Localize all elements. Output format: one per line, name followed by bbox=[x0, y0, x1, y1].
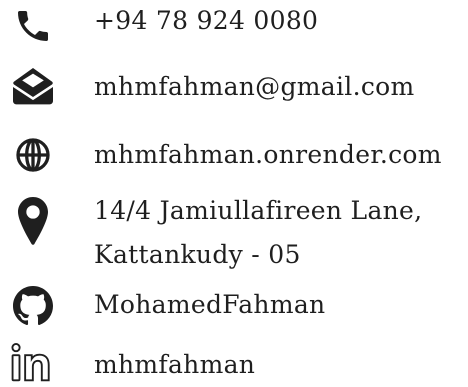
github-link[interactable]: MohamedFahman bbox=[94, 286, 325, 324]
contact-row-email: mhmfahman@gmail.com bbox=[0, 60, 468, 112]
github-icon bbox=[10, 286, 56, 326]
contact-row-linkedin: mhmfahman bbox=[0, 340, 468, 387]
phone-icon bbox=[10, 6, 56, 46]
address-line-2: Kattankudy - 05 bbox=[94, 240, 301, 269]
globe-icon bbox=[10, 136, 56, 174]
phone-number-link[interactable]: +94 78 924 0080 bbox=[94, 2, 318, 40]
map-pin-icon bbox=[10, 196, 56, 248]
contact-list: +94 78 924 0080 mhmfahman@gmail.com mhmf… bbox=[0, 0, 468, 387]
linkedin-icon bbox=[10, 342, 56, 384]
email-link[interactable]: mhmfahman@gmail.com bbox=[94, 68, 415, 106]
address-line-1: 14/4 Jamiullafireen Lane, bbox=[94, 196, 423, 225]
contact-row-phone: +94 78 924 0080 bbox=[0, 0, 468, 48]
website-link[interactable]: mhmfahman.onrender.com bbox=[94, 136, 442, 174]
linkedin-link[interactable]: mhmfahman bbox=[94, 346, 255, 384]
contact-row-address: 14/4 Jamiullafireen Lane, Kattankudy - 0… bbox=[0, 192, 468, 276]
envelope-open-icon bbox=[10, 66, 56, 106]
contact-row-github: MohamedFahman bbox=[0, 282, 468, 330]
contact-row-website: mhmfahman.onrender.com bbox=[0, 130, 468, 180]
